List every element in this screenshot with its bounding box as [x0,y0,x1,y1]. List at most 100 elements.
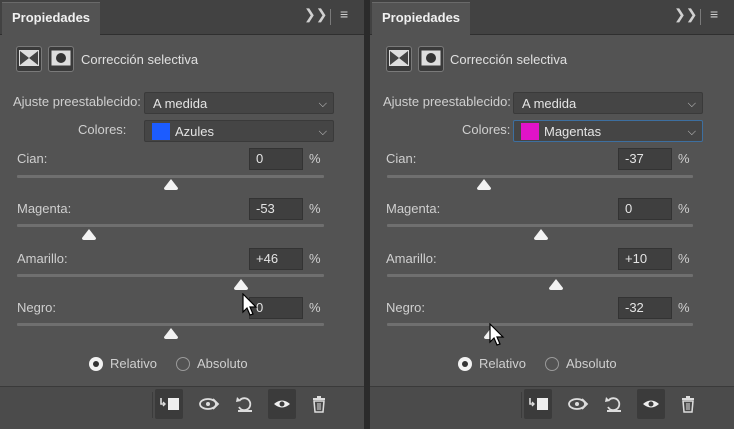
cyan-slider-thumb[interactable] [476,179,491,190]
properties-panel-right: Propiedades ❯❯ ≡ Corrección selectiva Aj… [370,0,734,429]
preset-value: A medida [522,96,577,111]
trash-icon [313,396,325,413]
colors-label: Colores: [78,122,127,137]
adjustment-title: Corrección selectiva [450,52,568,67]
cyan-value-field[interactable]: -37 [618,148,672,170]
absolute-label: Absoluto [197,356,248,371]
colors-value: Azules [175,124,215,139]
view-previous-button[interactable] [563,389,591,419]
percent-unit: % [678,251,690,266]
colors-label: Colores: [462,122,511,137]
color-swatch [152,123,170,140]
magenta-label: Magenta: [17,201,72,216]
preset-value: A medida [153,96,208,111]
absolute-label: Absoluto [566,356,617,371]
cyan-slider-track[interactable] [17,175,324,178]
selective-color-adjustment-icon[interactable] [16,46,42,72]
absolute-radio[interactable] [176,357,190,371]
selective-color-adjustment-icon[interactable] [386,46,412,72]
header-separator [700,9,701,25]
black-value-field[interactable]: -32 [618,297,672,319]
visibility-eye-icon [274,400,290,408]
magenta-value-field[interactable]: 0 [618,198,672,220]
black-label: Negro: [386,300,426,315]
reset-button[interactable] [599,389,627,419]
cyan-value-field[interactable]: 0 [249,148,303,170]
percent-unit: % [309,251,321,266]
percent-unit: % [309,201,321,216]
black-slider-thumb[interactable] [163,328,178,339]
preset-dropdown[interactable]: A medida ⌵ [144,92,334,114]
header-separator [330,9,331,25]
percent-unit: % [678,201,690,216]
chevron-down-icon: ⌵ [687,98,696,110]
preset-label: Ajuste preestablecido: [383,94,511,109]
black-label: Negro: [17,300,57,315]
tab-properties[interactable]: Propiedades [2,2,101,35]
reset-icon [605,397,621,412]
footer-separator [521,392,522,418]
color-swatch [521,123,539,140]
layer-mask-icon[interactable] [48,46,74,72]
preset-dropdown[interactable]: A medida ⌵ [513,92,703,114]
reset-icon [236,397,252,412]
yellow-slider-track[interactable] [387,274,693,277]
clip-to-layer-button[interactable] [155,389,183,419]
chevron-down-icon: ⌵ [318,126,327,138]
visibility-button[interactable] [637,389,665,419]
magenta-slider-thumb[interactable] [533,229,548,240]
mouse-pointer-icon [242,293,258,316]
colors-dropdown[interactable]: Magentas ⌵ [513,120,703,142]
magenta-label: Magenta: [386,201,441,216]
relative-label: Relativo [110,356,157,371]
percent-unit: % [309,151,321,166]
clip-to-layer-icon [160,398,179,410]
properties-panel-left: Propiedades ❯❯ ≡ Corrección selectiva Aj… [0,0,364,429]
expand-panel-icon[interactable]: ❯❯ [304,6,327,23]
cyan-slider-track[interactable] [387,175,693,178]
percent-unit: % [678,151,690,166]
magenta-value-field[interactable]: -53 [249,198,303,220]
cyan-label: Cian: [17,151,48,166]
cyan-label: Cian: [386,151,417,166]
panel-menu-icon[interactable]: ≡ [340,6,348,22]
chevron-down-icon: ⌵ [318,98,327,110]
yellow-label: Amarillo: [17,251,68,266]
view-previous-icon [199,398,220,410]
reset-button[interactable] [230,389,258,419]
colors-dropdown[interactable]: Azules ⌵ [144,120,334,142]
black-slider-track[interactable] [17,323,324,326]
yellow-slider-thumb[interactable] [548,279,563,290]
relative-radio[interactable] [89,357,103,371]
yellow-slider-track[interactable] [17,274,324,277]
percent-unit: % [309,300,321,315]
footer-separator [152,392,153,418]
panel-header: Propiedades ❯❯ ≡ [370,0,734,35]
magenta-slider-track[interactable] [17,224,324,227]
tab-properties[interactable]: Propiedades [372,2,471,35]
percent-unit: % [678,300,690,315]
view-previous-button[interactable] [194,389,222,419]
clip-to-layer-icon [529,398,548,410]
layer-mask-icon[interactable] [418,46,444,72]
delete-button[interactable] [305,389,333,419]
mouse-pointer-icon [489,323,505,346]
relative-label: Relativo [479,356,526,371]
relative-radio[interactable] [458,357,472,371]
panel-menu-icon[interactable]: ≡ [710,6,718,22]
delete-button[interactable] [674,389,702,419]
view-previous-icon [568,398,589,410]
black-slider-track[interactable] [387,323,693,326]
yellow-slider-thumb[interactable] [234,279,249,290]
panel-header: Propiedades ❯❯ ≡ [0,0,364,35]
magenta-slider-thumb[interactable] [82,229,97,240]
cyan-slider-thumb[interactable] [163,179,178,190]
trash-icon [682,396,694,413]
absolute-radio[interactable] [545,357,559,371]
yellow-value-field[interactable]: +10 [618,248,672,270]
visibility-button[interactable] [268,389,296,419]
expand-panel-icon[interactable]: ❯❯ [674,6,697,23]
magenta-slider-track[interactable] [387,224,693,227]
yellow-value-field[interactable]: +46 [249,248,303,270]
clip-to-layer-button[interactable] [524,389,552,419]
